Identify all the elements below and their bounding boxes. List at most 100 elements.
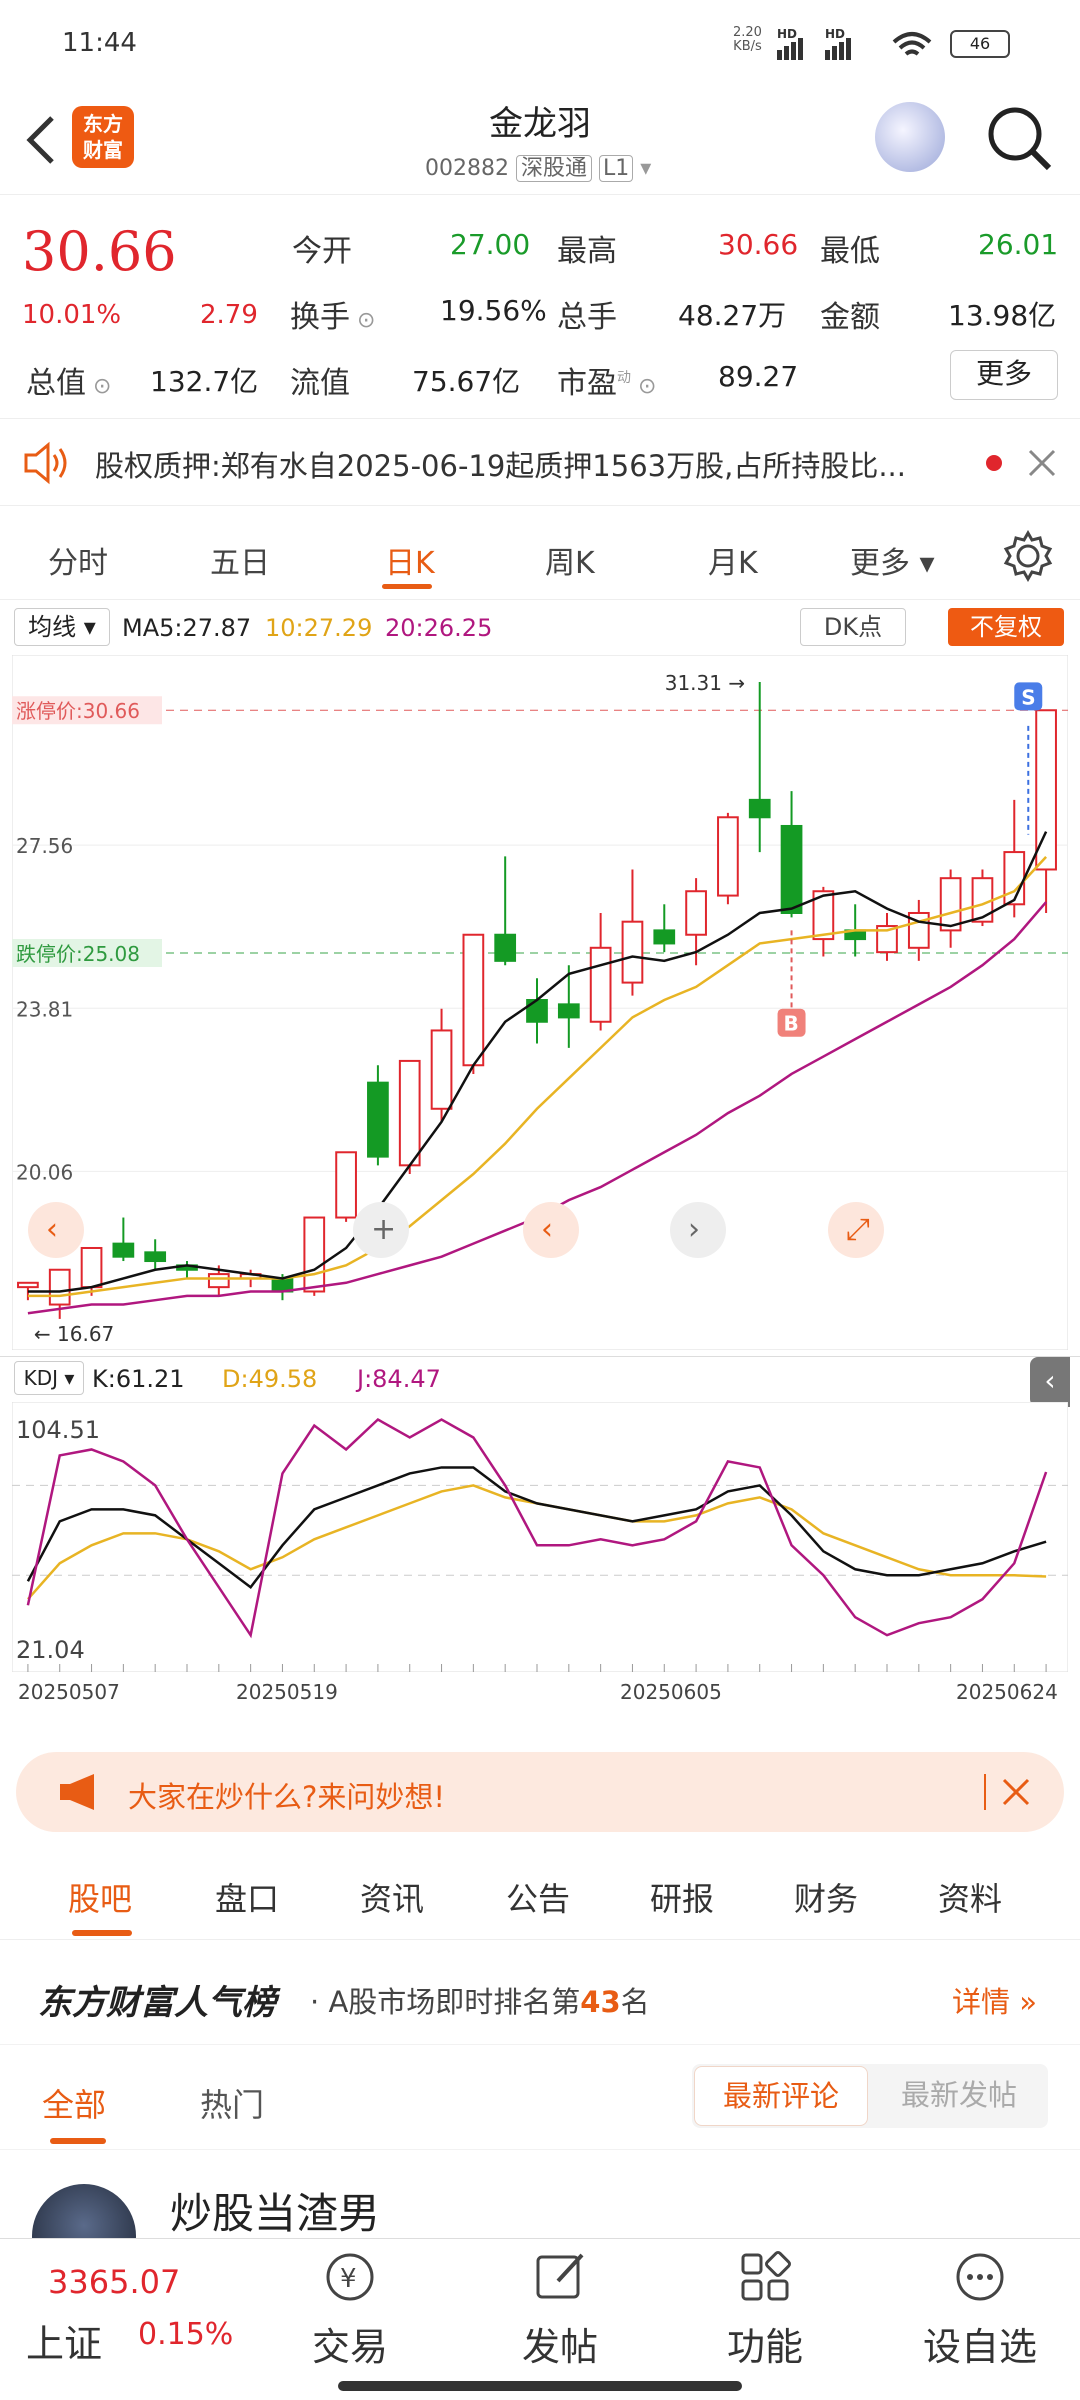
nav-post[interactable]: 发帖 xyxy=(500,2247,620,2371)
more-dots-icon xyxy=(956,2253,1004,2301)
trade-icon: ¥ xyxy=(326,2253,374,2301)
tab-monthly-k[interactable]: 月K xyxy=(708,538,758,582)
amount-value: 13.98亿 xyxy=(948,299,1057,332)
candle-body xyxy=(303,1216,326,1293)
candle-body xyxy=(780,824,803,914)
post-item[interactable]: 炒股当渣男 xyxy=(0,2150,1080,2240)
tab-profile[interactable]: 资料 xyxy=(938,1874,1002,1920)
turnover-value: 19.56% xyxy=(440,294,547,327)
tab-financials[interactable]: 财务 xyxy=(794,1874,858,1920)
collapse-panel-button[interactable]: ‹ xyxy=(1030,1357,1070,1407)
post-author[interactable]: 炒股当渣男 xyxy=(170,2180,380,2240)
close-icon[interactable] xyxy=(1000,1776,1032,1808)
notice-text: 股权质押:郑有水自2025-06-19起质押1563万股,占所持股比... xyxy=(95,449,906,483)
price-tick-label: 27.56 xyxy=(16,834,73,858)
sort-latest-post[interactable]: 最新发帖 xyxy=(872,2066,1046,2126)
pe-label[interactable]: 市盈动 ⊙ xyxy=(557,358,656,402)
kdj-d-value: D:49.58 xyxy=(222,1365,318,1393)
svg-text:HD: HD xyxy=(777,27,797,41)
limit-up-label: 涨停价:30.66 xyxy=(16,699,140,723)
kdj-indicator-bar: KDJ ▾ K:61.21 D:49.58 J:84.47 ‹ xyxy=(0,1356,1080,1407)
ma-selector[interactable]: 均线 ▾ xyxy=(14,608,110,646)
active-tab-indicator xyxy=(382,584,432,589)
candle-body xyxy=(939,877,962,932)
stock-code-row[interactable]: 002882 深股通 L1 ▾ xyxy=(425,150,651,182)
tab-announcements[interactable]: 公告 xyxy=(506,1874,570,1920)
tab-news[interactable]: 资讯 xyxy=(360,1874,424,1920)
popularity-rank-row[interactable]: 东方财富人气榜 · A股市场即时排名第43名 详情 » xyxy=(0,1945,1080,2045)
status-bar: 11:44 2.20 KB/s HD HD 46 xyxy=(0,0,1080,90)
rank-detail-link[interactable]: 详情 » xyxy=(952,1979,1037,2021)
nav-add-watchlist[interactable]: 设自选 xyxy=(900,2247,1060,2371)
assistant-avatar[interactable] xyxy=(875,102,945,172)
megaphone-icon xyxy=(60,1774,94,1810)
unread-dot xyxy=(986,455,1002,471)
svg-text:¥: ¥ xyxy=(340,2264,357,2294)
nav-functions[interactable]: 功能 xyxy=(705,2247,825,2371)
app-header: 东方 财富 金龙羽 002882 深股通 L1 ▾ xyxy=(0,90,1080,195)
chart-control-icon: + xyxy=(371,1212,396,1247)
avatar[interactable] xyxy=(32,2184,136,2240)
tab-hot[interactable]: 热门 xyxy=(200,2080,264,2126)
quote-panel: 30.66 10.01% 2.79 今开 27.00 最高 30.66 最低 2… xyxy=(0,200,1080,410)
index-ticker[interactable]: 3365.07 上证 0.15% xyxy=(18,2257,248,2377)
tab-daily-k[interactable]: 日K xyxy=(385,538,435,582)
tab-research[interactable]: 研报 xyxy=(650,1874,714,1920)
candle-body xyxy=(207,1273,230,1289)
market-cap-label[interactable]: 总值 ⊙ xyxy=(26,358,111,402)
close-icon[interactable] xyxy=(1026,447,1058,479)
banner-text: 大家在炒什么?来问妙想! xyxy=(128,1780,446,1814)
kdj-chart[interactable]: 104.51 21.04 xyxy=(12,1402,1068,1672)
turnover-label[interactable]: 换手 ⊙ xyxy=(290,292,375,336)
index-change: 0.15% xyxy=(138,2317,234,2352)
grid-icon xyxy=(741,2251,791,2301)
adjust-mode-button[interactable]: 不复权 xyxy=(948,608,1064,646)
sort-latest-comment[interactable]: 最新评论 xyxy=(694,2066,868,2126)
tab-weekly-k[interactable]: 周K xyxy=(545,538,595,582)
kdj-selector[interactable]: KDJ ▾ xyxy=(14,1361,84,1395)
nav-trade[interactable]: ¥ 交易 xyxy=(290,2247,410,2371)
tab-intraday[interactable]: 分时 xyxy=(48,538,108,582)
kdj-j-value: J:84.47 xyxy=(357,1365,441,1393)
tab-five-day[interactable]: 五日 xyxy=(210,538,270,582)
wifi-icon xyxy=(892,32,932,56)
chart-period-tabs: 分时 五日 日K 周K 月K 更多 ▾ xyxy=(0,510,1080,600)
speaker-icon xyxy=(24,441,67,485)
tab-order-book[interactable]: 盘口 xyxy=(215,1874,279,1920)
sort-toggle: 最新评论 最新发帖 xyxy=(692,2064,1048,2128)
ma10-value: 10:27.29 xyxy=(265,614,373,642)
signal-icon: HD HD xyxy=(777,27,851,60)
tab-forum[interactable]: 股吧 xyxy=(68,1874,132,1920)
open-label: 今开 xyxy=(292,234,352,269)
change-percent: 10.01% xyxy=(22,300,122,330)
tab-more[interactable]: 更多 ▾ xyxy=(850,538,935,582)
more-quote-button[interactable]: 更多 xyxy=(950,350,1058,400)
chart-control-icon: ⤢ xyxy=(846,1212,870,1247)
limit-down-label: 跌停价:25.08 xyxy=(16,942,140,966)
candle-body xyxy=(557,1003,580,1019)
candle-body xyxy=(494,933,517,962)
candle-body xyxy=(112,1242,135,1258)
divider xyxy=(984,1774,986,1810)
candlestick-chart[interactable]: 涨停价:30.66 跌停价:25.08 27.56 23.81 20.06 31.31 →… xyxy=(12,655,1068,1350)
candle-body xyxy=(367,1081,389,1158)
high-annotation: 31.31 → xyxy=(665,671,745,695)
dk-point-button[interactable]: DK点 xyxy=(800,608,906,646)
candle-body xyxy=(398,1059,421,1167)
index-name: 上证 xyxy=(26,2322,103,2366)
candle-body xyxy=(589,946,612,1023)
edit-icon xyxy=(536,2253,584,2299)
ask-assistant-banner[interactable]: 大家在炒什么?来问妙想! xyxy=(16,1752,1064,1832)
status-time: 11:44 xyxy=(62,28,137,58)
kdj-top-label: 104.51 xyxy=(16,1416,100,1444)
settings-gear-icon[interactable] xyxy=(1002,530,1054,582)
date-label: 20250507 xyxy=(18,1680,120,1704)
active-tab-indicator xyxy=(50,2138,106,2144)
date-label: 20250519 xyxy=(236,1680,338,1704)
ma-indicator-bar: 均线 ▾ MA5:27.87 10:27.29 20:26.25 DK点 不复权 xyxy=(0,604,1080,652)
notice-bar[interactable]: 股权质押:郑有水自2025-06-19起质押1563万股,占所持股比... xyxy=(0,418,1080,506)
search-icon[interactable] xyxy=(985,104,1055,174)
tab-all[interactable]: 全部 xyxy=(42,2080,106,2126)
candle-body xyxy=(462,933,485,1067)
svg-text:HD: HD xyxy=(825,27,845,41)
